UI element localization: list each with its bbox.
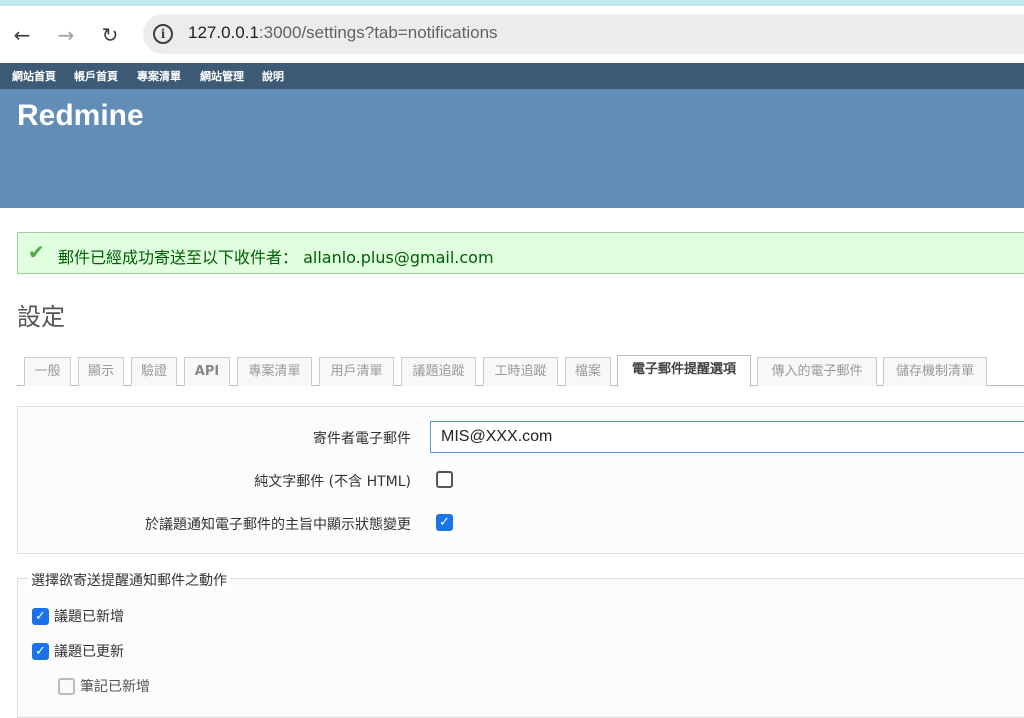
tab-general[interactable]: 一般 — [24, 357, 71, 386]
top-menu-home[interactable]: 網站首頁 — [12, 68, 56, 84]
tab-api[interactable]: API — [184, 357, 230, 386]
url-path: :3000/settings?tab=notifications — [258, 23, 498, 42]
status-subject-label: 於議題通知電子郵件的主旨中顯示狀態變更 — [145, 517, 411, 533]
site-info-icon[interactable]: i — [153, 24, 173, 44]
tab-email-notifications[interactable]: 電子郵件提醒選項 — [617, 355, 751, 387]
back-button[interactable]: ← — [10, 23, 34, 47]
tab-incoming-emails[interactable]: 傳入的電子郵件 — [757, 357, 877, 386]
sender-email-input[interactable]: MIS@XXX.com — [430, 421, 1024, 453]
settings-tabs: 一般 顯示 驗證 API 專案清單 用戶清單 議題追蹤 工時追蹤 檔案 電子郵件… — [17, 355, 1024, 387]
check-icon: ✔ — [28, 240, 45, 264]
top-menu-administration[interactable]: 網站管理 — [200, 68, 244, 84]
tab-files[interactable]: 檔案 — [565, 357, 611, 386]
note-added-label[interactable]: 筆記已新增 — [80, 676, 150, 696]
tab-projects[interactable]: 專案清單 — [237, 357, 312, 386]
tab-issue-tracking[interactable]: 議題追蹤 — [401, 357, 476, 386]
issue-added-label[interactable]: 議題已新增 — [54, 606, 124, 626]
status-subject-checkbox[interactable]: ✓ — [436, 514, 453, 531]
issue-added-checkbox[interactable]: ✓ — [32, 608, 49, 625]
top-menu-my-page[interactable]: 帳戶首頁 — [74, 68, 118, 84]
plain-text-checkbox[interactable] — [436, 471, 453, 488]
notification-actions-legend: 選擇欲寄送提醒通知郵件之動作 — [28, 570, 230, 590]
tab-repositories[interactable]: 儲存機制清單 — [883, 357, 987, 386]
issue-updated-label[interactable]: 議題已更新 — [54, 641, 124, 661]
top-menu-projects[interactable]: 專案清單 — [137, 68, 181, 84]
url-host: 127.0.0.1 — [188, 23, 259, 42]
tab-authentication[interactable]: 驗證 — [131, 357, 177, 386]
plain-text-label: 純文字郵件 (不含 HTML) — [254, 474, 411, 490]
note-added-checkbox[interactable] — [58, 678, 75, 695]
url-text[interactable]: 127.0.0.1:3000/settings?tab=notification… — [188, 23, 498, 43]
address-bar[interactable]: i 127.0.0.1:3000/settings?tab=notificati… — [143, 14, 1024, 54]
reload-button[interactable]: ↻ — [98, 23, 122, 47]
forward-button[interactable]: → — [54, 23, 78, 47]
notification-actions-fieldset — [17, 578, 1024, 718]
browser-toolbar: ← → ↻ i 127.0.0.1:3000/settings?tab=noti… — [0, 6, 1024, 63]
sender-email-label: 寄件者電子郵件 — [313, 431, 411, 447]
site-title[interactable]: Redmine — [17, 99, 144, 133]
tab-users[interactable]: 用戶清單 — [319, 357, 394, 386]
site-header: Redmine — [0, 89, 1024, 208]
tab-time-tracking[interactable]: 工時追蹤 — [483, 357, 558, 386]
flash-message: 郵件已經成功寄送至以下收件者： allanlo.plus@gmail.com — [58, 248, 494, 267]
flash-notice: ✔ 郵件已經成功寄送至以下收件者： allanlo.plus@gmail.com — [17, 232, 1024, 274]
tab-display[interactable]: 顯示 — [78, 357, 124, 386]
top-menu: 網站首頁 帳戶首頁 專案清單 網站管理 說明 — [0, 63, 1024, 89]
top-menu-help[interactable]: 說明 — [262, 68, 284, 84]
page-title: 設定 — [17, 303, 65, 331]
issue-updated-checkbox[interactable]: ✓ — [32, 643, 49, 660]
